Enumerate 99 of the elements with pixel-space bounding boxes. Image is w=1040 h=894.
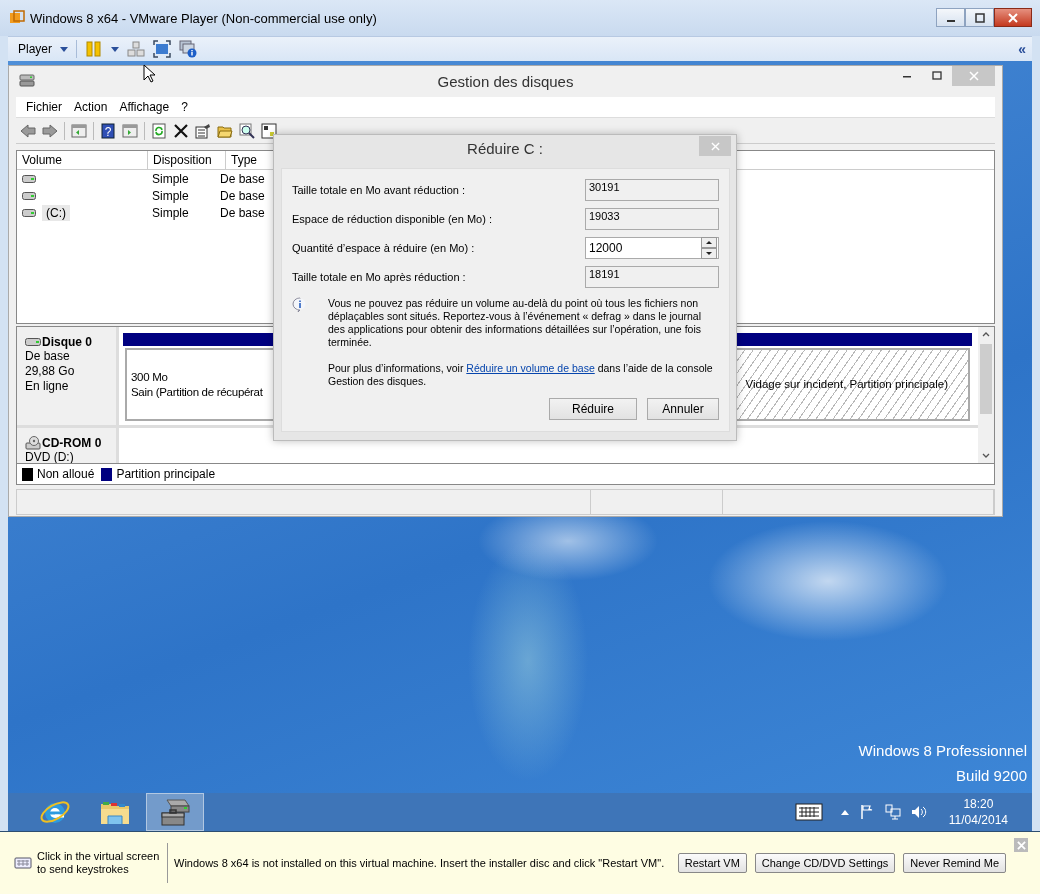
table-cell-text: Simple <box>151 171 190 186</box>
notification-message: Windows 8 x64 is not installed on this virtual machine. Insert the installer disc and click "Restart VM". <box>174 857 665 869</box>
back-arrow-icon[interactable] <box>20 122 36 139</box>
minimize-button[interactable] <box>936 8 965 27</box>
vmware-logo-icon <box>9 10 25 26</box>
fullscreen-icon[interactable] <box>153 40 171 58</box>
drive-toolbox-icon <box>159 796 191 828</box>
menu-item[interactable]: Action <box>68 100 114 114</box>
delete-icon[interactable] <box>173 122 189 139</box>
table-cell-text: Simple <box>151 205 190 220</box>
close-icon <box>1016 840 1026 850</box>
close-icon <box>710 141 720 151</box>
notification-button[interactable]: Never Remind Me <box>903 853 1006 873</box>
windows-info-icon[interactable] <box>179 40 197 58</box>
info-text: Vous ne pouvez pas réduire un volume au-delà du point où tous les fichiers non déplaçables sont situés. Reportez-vous à l’événement « defrag » dans le journal des applications pour obtenir des informations détaillées sur l’opération, une fois terminée. <box>328 297 702 349</box>
caret-icon[interactable] <box>60 46 68 52</box>
dialog-button[interactable]: Annuler <box>647 398 719 420</box>
close-icon <box>968 71 979 81</box>
maximize-icon <box>974 12 985 23</box>
readonly-field: 19033 <box>585 208 719 230</box>
readonly-field: 18191 <box>585 266 719 288</box>
field-label: Quantité d’espace à réduire (en Mo) : <box>292 242 475 254</box>
drive-label[interactable]: (C:) <box>42 204 70 221</box>
disk-detail: 29,88 Go <box>25 364 76 379</box>
field-label: Taille totale en Mo avant réduction : <box>292 184 466 196</box>
readonly-field: 30191 <box>585 179 719 201</box>
clock-date[interactable]: 11/04/2014 <box>948 812 1008 828</box>
window-title: Windows 8 x64 - VMware Player (Non-commercial use only) <box>30 10 377 26</box>
edition-text: Build 9200 <box>956 766 1027 786</box>
disk-detail: En ligne <box>25 379 70 394</box>
notification-button[interactable]: Restart VM <box>677 853 747 873</box>
cd-drive-icon <box>25 436 41 450</box>
properties-icon[interactable] <box>195 122 211 139</box>
partition-status: Vidage sur incident, Partition principale) <box>745 377 948 392</box>
scrollbar[interactable] <box>978 327 994 463</box>
drive-icon <box>25 335 41 349</box>
spin-up-icon[interactable] <box>701 237 717 248</box>
dialog-title: Réduire C : <box>467 140 543 157</box>
keyboard-icon[interactable] <box>794 803 823 821</box>
forward-arrow-icon[interactable] <box>42 122 58 139</box>
disk-info-panel[interactable]: Disque 0 De base 29,88 Go En ligne <box>17 327 119 425</box>
edition-text: Windows 8 Professionnel <box>858 741 1027 761</box>
help-text: Pour plus d’informations, voir Réduire un volume de base dans l’aide de la console Gestion des disques. <box>328 362 713 388</box>
disk-name: Disque 0 <box>42 335 92 349</box>
menu-item[interactable]: Affichage <box>113 100 176 114</box>
drive-icon <box>22 208 36 217</box>
window-title: Gestion des disques <box>437 73 574 90</box>
column-header[interactable]: Volume <box>17 151 148 169</box>
spin-down-icon[interactable] <box>701 248 717 259</box>
action-pane-icon[interactable] <box>122 122 138 139</box>
drive-icon <box>22 191 36 200</box>
console-tree-icon[interactable] <box>71 122 87 139</box>
show-hidden-icons-icon[interactable] <box>840 809 849 815</box>
table-cell-text: De base <box>219 171 266 186</box>
keyboard-icon <box>14 857 32 869</box>
notification-button[interactable]: Change CD/DVD Settings <box>754 853 896 873</box>
disk-name: CD-ROM 0 <box>42 436 102 450</box>
network-icon[interactable] <box>884 804 901 820</box>
magnifier-icon[interactable] <box>239 122 255 139</box>
table-cell-text: De base <box>219 205 266 220</box>
info-icon <box>292 297 308 313</box>
menu-item[interactable]: Fichier <box>20 100 68 114</box>
maximize-button[interactable] <box>965 8 994 27</box>
keyboard-keys-icon[interactable] <box>127 40 145 58</box>
disk-detail: De base <box>25 349 71 364</box>
drive-icon <box>22 174 36 183</box>
table-cell-text: De base <box>219 188 266 203</box>
pause-icon[interactable] <box>85 40 103 58</box>
hint-text: Click in the virtual screen to send keystrokes <box>37 850 161 876</box>
help-link[interactable]: Réduire un volume de base <box>466 362 595 374</box>
caret-icon[interactable] <box>111 46 119 52</box>
flag-icon[interactable] <box>858 804 875 820</box>
table-cell-text: Simple <box>151 188 190 203</box>
grid-icon[interactable] <box>261 122 277 139</box>
legend-label: Partition principale <box>116 467 216 481</box>
close-icon <box>1008 12 1018 23</box>
menu-item[interactable]: ? <box>175 100 194 114</box>
legend-label: Non alloué <box>37 467 95 481</box>
minimize-icon <box>946 19 955 22</box>
scroll-down-icon[interactable] <box>982 453 990 458</box>
player-menu[interactable]: Player <box>18 42 52 56</box>
speaker-icon[interactable] <box>910 804 927 820</box>
disk-detail: DVD (D:) <box>25 450 75 463</box>
maximize-icon <box>932 71 942 81</box>
help-icon[interactable]: ? <box>100 122 116 139</box>
scroll-up-icon[interactable] <box>982 332 990 337</box>
disk-info-panel[interactable]: CD-ROM 0 DVD (D:) <box>17 428 119 463</box>
close-button[interactable] <box>994 8 1032 27</box>
disk-management-icon <box>19 72 35 88</box>
field-label: Espace de réduction disponible (en Mo) : <box>292 213 492 225</box>
refresh-icon[interactable] <box>151 122 167 139</box>
column-header[interactable]: Disposition <box>148 151 226 169</box>
dialog-button[interactable]: Réduire <box>549 398 637 420</box>
taskbar-app-button[interactable] <box>146 793 204 831</box>
mouse-cursor-icon <box>143 64 155 83</box>
collapse-toolbar-button[interactable]: « <box>1018 41 1026 57</box>
field-label: Taille totale en Mo après réduction : <box>292 271 466 283</box>
size-spinner-field[interactable]: 12000 <box>585 237 719 259</box>
clock-time[interactable]: 18:20 <box>963 796 994 812</box>
